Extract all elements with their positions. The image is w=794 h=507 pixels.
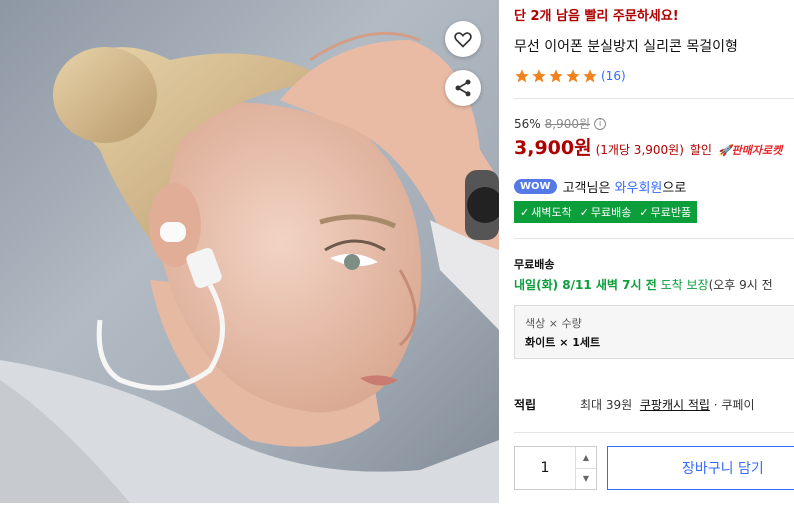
wishlist-button[interactable]	[445, 21, 481, 57]
discount-label: 할인	[689, 143, 712, 157]
quantity-arrows: ▲ ▼	[575, 447, 596, 489]
discount-row: 56% 8,900원 i	[514, 115, 607, 132]
review-count-link[interactable]: (16)	[601, 69, 626, 83]
star-icon	[566, 69, 580, 83]
original-price: 8,900원	[544, 117, 591, 131]
unit-price: (1개당 3,900원)	[595, 143, 684, 157]
delivery-note: (오후 9시 전	[708, 278, 773, 292]
wow-benefits-bar: ✓ 새벽도착 ✓ 무료배송 ✓ 무료반품	[514, 201, 698, 223]
increase-quantity-button[interactable]: ▲	[576, 447, 596, 469]
seller-rocket-badge: 🚀판매자로켓	[717, 144, 783, 157]
share-button[interactable]	[445, 70, 481, 106]
star-rating	[514, 68, 599, 84]
benefit-item: ✓ 무료배송	[579, 206, 632, 219]
quantity-stepper[interactable]: 1 ▲ ▼	[514, 446, 597, 490]
heart-icon	[454, 32, 472, 48]
wow-text-suffix: 으로	[662, 181, 687, 196]
wow-text-prefix: 고객님은	[562, 181, 611, 196]
shipping-title: 무료배송	[514, 258, 555, 271]
product-page: 단 2개 남음 빨리 주문하세요! 무선 이어폰 분실방지 실리콘 목걸이형 (…	[0, 0, 794, 507]
points-suffix: · 쿠페이	[713, 398, 755, 412]
price-row: 3,900원 (1개당 3,900원) 할인 🚀판매자로켓	[514, 133, 782, 160]
divider	[514, 98, 794, 99]
discount-percent: 56%	[514, 116, 541, 131]
product-image[interactable]	[0, 0, 499, 503]
benefit-item: ✓ 새벽도착	[520, 206, 572, 219]
wow-badge: WOW	[514, 179, 557, 194]
quantity-input[interactable]: 1	[515, 447, 575, 489]
info-icon[interactable]: i	[594, 117, 607, 130]
rating-row[interactable]: (16)	[514, 68, 626, 84]
divider	[514, 432, 794, 433]
points-label: 적립	[514, 398, 537, 412]
delivery-date-bold: 내일(화) 8/11 새벽 7시 전	[514, 278, 657, 292]
stock-urgency-text: 단 2개 남음 빨리 주문하세요!	[514, 9, 679, 24]
arrival-guarantee: 도착 보장	[660, 278, 709, 292]
check-icon: ✓	[520, 206, 530, 219]
points-amount: 최대 39원	[580, 398, 633, 412]
sale-price: 3,900원	[514, 137, 592, 159]
product-title: 무선 이어폰 분실방지 실리콘 목걸이형	[514, 39, 738, 55]
star-icon	[583, 69, 597, 83]
selected-option-box[interactable]: 색상 × 수량 화이트 × 1세트	[514, 305, 794, 359]
product-photo-illustration	[0, 31, 499, 503]
add-to-cart-button[interactable]: 장바구니 담기	[607, 446, 794, 490]
wow-member-row: WOW 고객님은 와우회원 으로	[514, 177, 686, 196]
star-icon	[549, 69, 563, 83]
check-icon: ✓	[639, 206, 649, 219]
star-icon	[532, 69, 546, 83]
delivery-date: 내일(화) 8/11 새벽 7시 전 도착 보장(오후 9시 전	[514, 276, 773, 293]
star-icon	[515, 69, 529, 83]
check-icon: ✓	[579, 206, 589, 219]
coupang-cash-link[interactable]: 쿠팡캐시 적립	[640, 398, 710, 412]
decrease-quantity-button[interactable]: ▼	[576, 469, 596, 490]
divider	[514, 238, 794, 239]
benefit-item: ✓ 무료반품	[639, 206, 692, 219]
points-row: 적립 최대 39원 쿠팡캐시 적립 · 쿠페이	[514, 396, 794, 413]
wow-member-link[interactable]: 와우회원	[615, 177, 663, 196]
share-icon	[455, 79, 471, 97]
points-text: 최대 39원 쿠팡캐시 적립 · 쿠페이	[580, 396, 755, 413]
option-label: 색상 × 수량	[525, 317, 582, 330]
option-value: 화이트 × 1세트	[525, 336, 601, 349]
product-info-panel: 단 2개 남음 빨리 주문하세요! 무선 이어폰 분실방지 실리콘 목걸이형 (…	[514, 0, 794, 507]
